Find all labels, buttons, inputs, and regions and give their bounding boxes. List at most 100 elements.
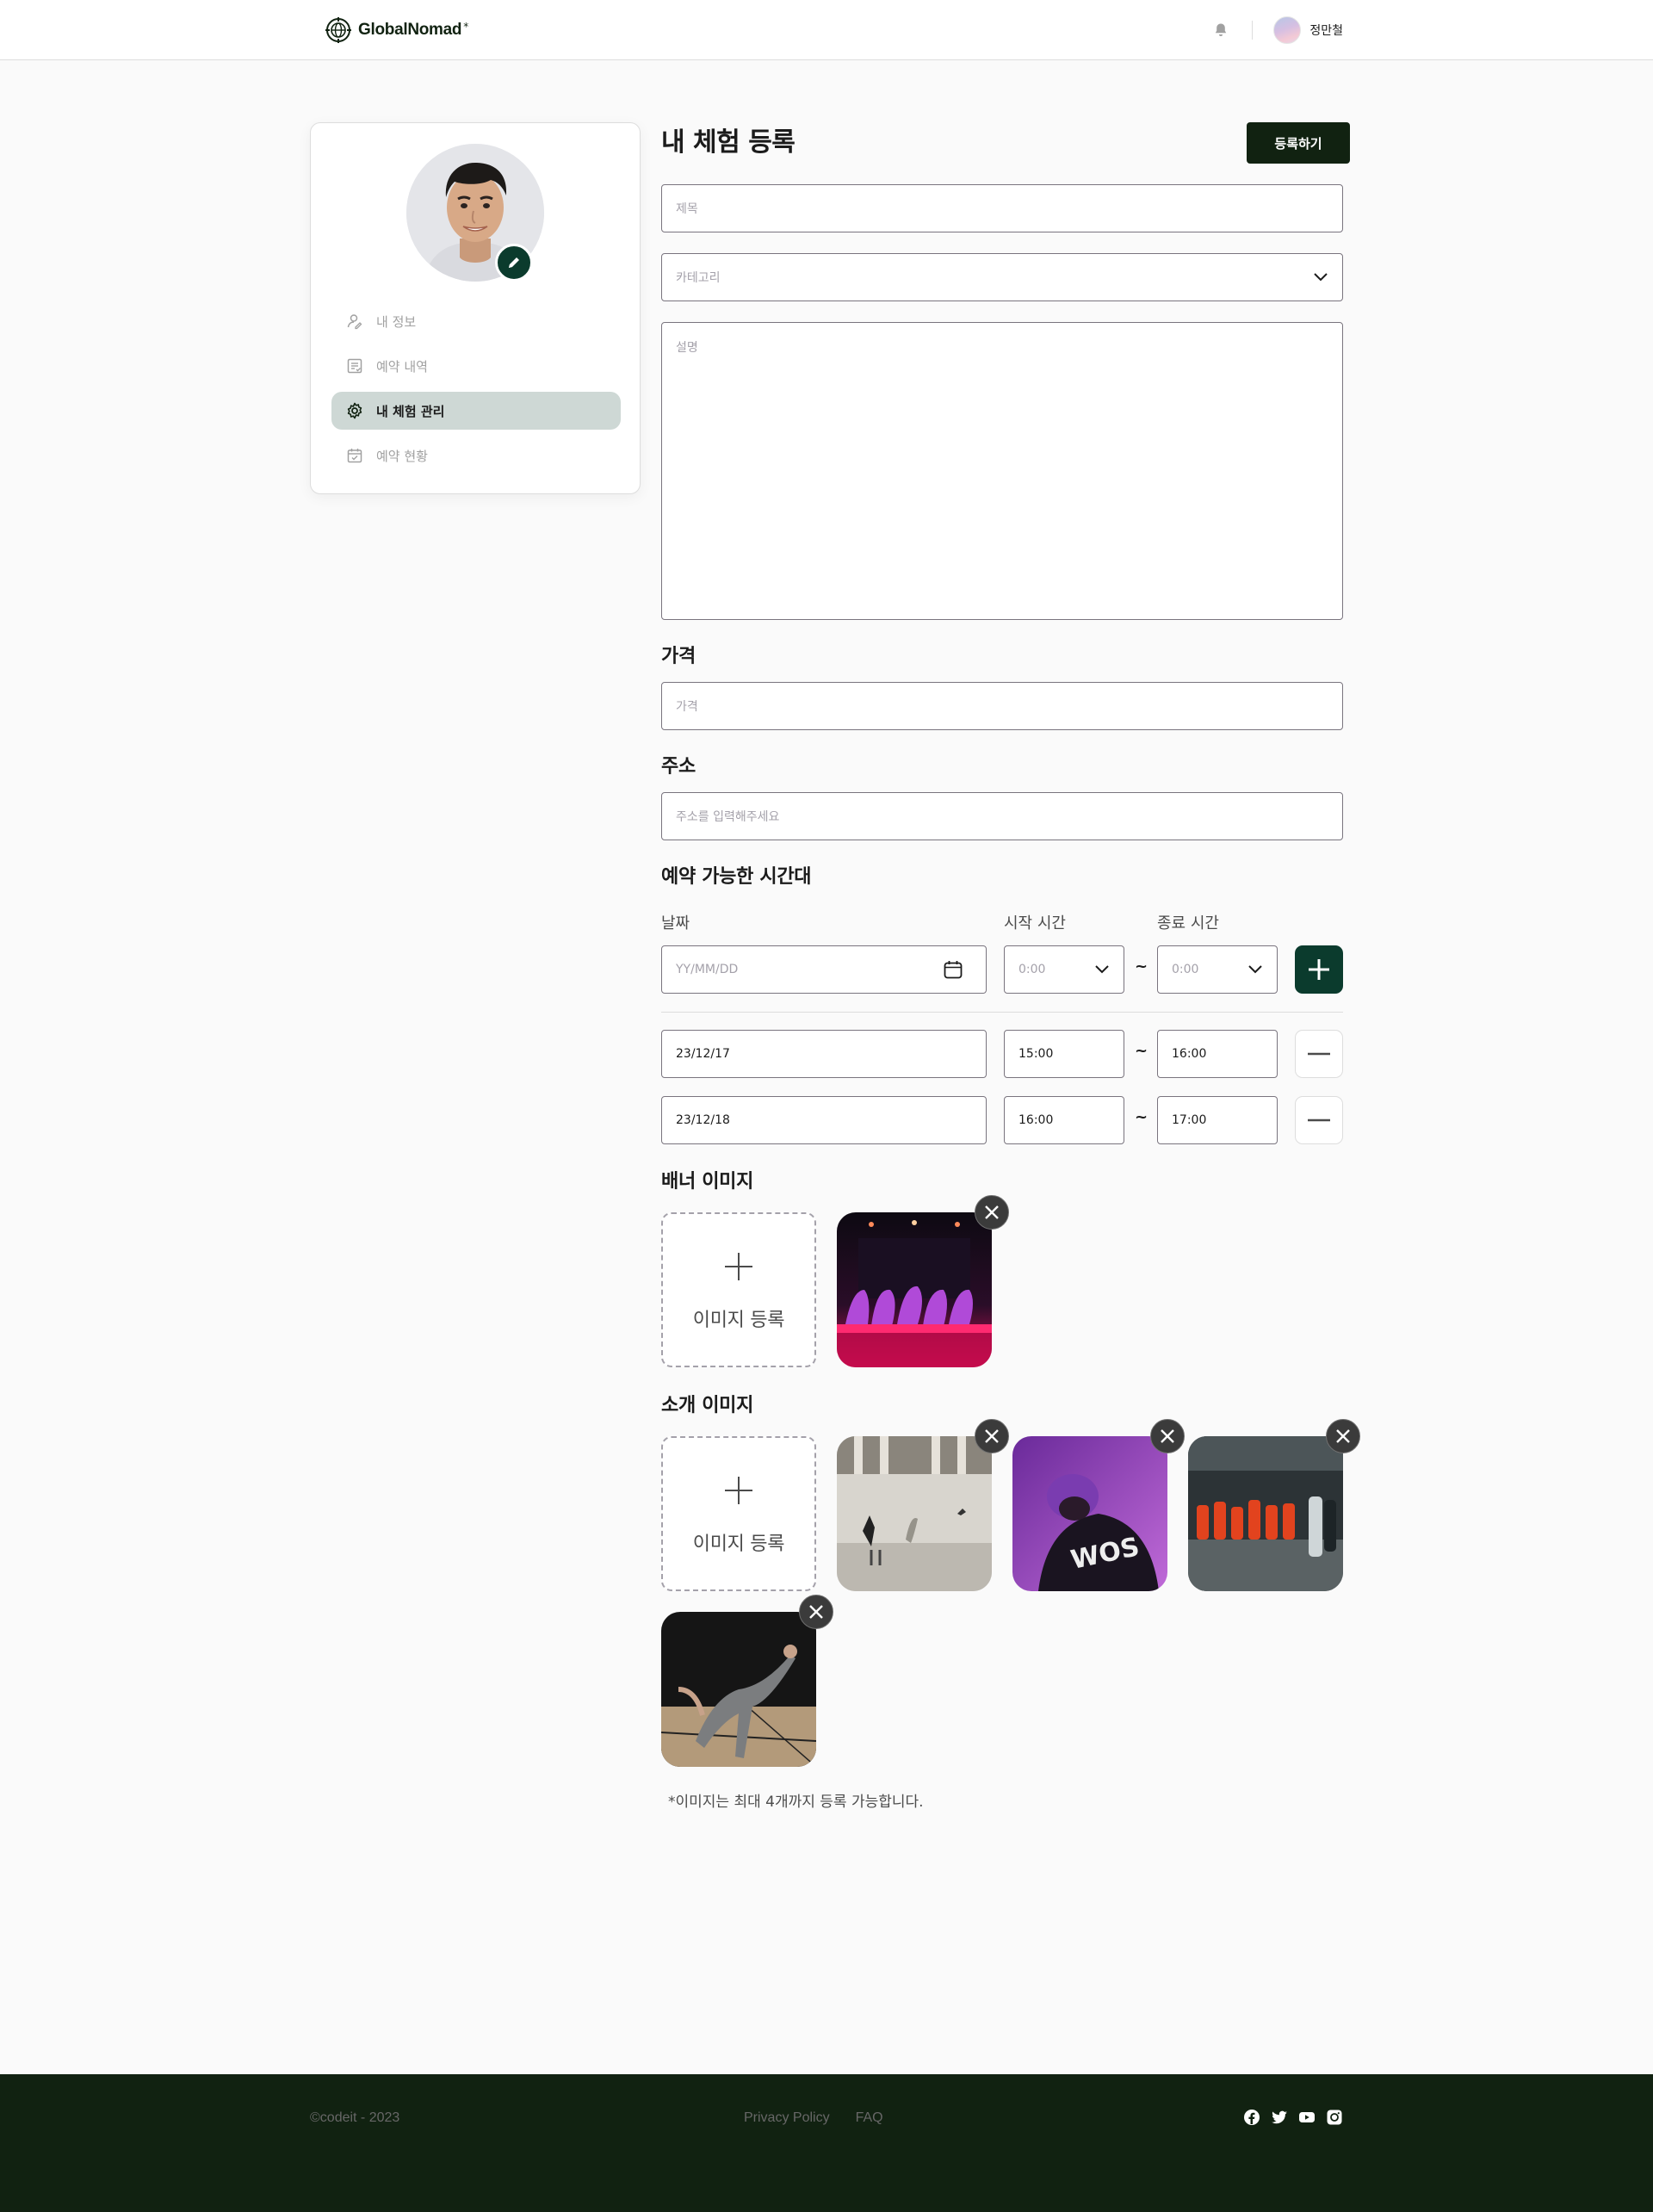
minus-icon — [1308, 1052, 1330, 1056]
schedule-heading: 예약 가능한 시간대 — [661, 866, 812, 888]
address-input[interactable]: 주소를 입력해주세요 — [661, 792, 1343, 840]
plus-icon — [1309, 959, 1329, 980]
banner-upload-button[interactable]: 이미지 등록 — [661, 1212, 816, 1367]
chevron-down-icon — [1248, 965, 1262, 974]
description-placeholder: 설명 — [676, 341, 698, 355]
top-header: GlobalNomad * 정만철 — [0, 0, 1653, 60]
date-input[interactable]: YY/MM/DD — [661, 945, 987, 994]
intro-image-heading: 소개 이미지 — [661, 1395, 754, 1416]
time-separator: ~ — [1135, 1042, 1148, 1060]
faq-link[interactable]: FAQ — [856, 2110, 883, 2126]
delete-image-button[interactable] — [975, 1195, 1009, 1230]
address-heading: 주소 — [661, 756, 696, 778]
schedule-row-date: 23/12/17 — [661, 1030, 987, 1078]
user-icon — [345, 312, 364, 331]
upload-label: 이미지 등록 — [692, 1310, 785, 1331]
close-icon — [1336, 1429, 1350, 1443]
edit-profile-button[interactable] — [495, 244, 533, 282]
close-icon — [1161, 1429, 1174, 1443]
price-heading: 가격 — [661, 646, 696, 667]
title-input[interactable]: 제목 — [661, 184, 1343, 232]
schedule-divider — [661, 1012, 1343, 1013]
close-icon — [809, 1605, 823, 1619]
intro-upload-button[interactable]: 이미지 등록 — [661, 1436, 816, 1591]
side-navigation: 내 정보 예약 내역 내 체험 관리 예약 현황 — [310, 122, 641, 494]
calendar-check-icon — [345, 446, 364, 465]
header-divider — [1252, 21, 1254, 40]
sidebar-item-label: 예약 내역 — [376, 358, 428, 375]
description-textarea[interactable]: 설명 — [661, 322, 1343, 620]
banner-image-thumbnail — [837, 1212, 992, 1367]
close-icon — [985, 1205, 999, 1219]
remove-schedule-button[interactable] — [1295, 1030, 1343, 1078]
facebook-icon[interactable] — [1243, 2109, 1260, 2126]
delete-image-button[interactable] — [799, 1595, 833, 1629]
chevron-down-icon — [1314, 273, 1328, 282]
banner-image-heading: 배너 이미지 — [661, 1171, 754, 1193]
schedule-row-end: 17:00 — [1157, 1096, 1278, 1144]
instagram-icon[interactable] — [1326, 2109, 1343, 2126]
plus-icon — [725, 1253, 752, 1280]
sidebar-item-my-info[interactable]: 내 정보 — [331, 302, 621, 340]
intro-image-thumbnail — [661, 1612, 816, 1767]
schedule-date-value: 23/12/18 — [676, 1113, 730, 1127]
close-icon — [985, 1429, 999, 1443]
category-select[interactable]: 카테고리 — [661, 253, 1343, 301]
bell-icon[interactable] — [1212, 22, 1229, 39]
delete-image-button[interactable] — [975, 1419, 1009, 1453]
start-time-label: 시작 시간 — [1004, 914, 1066, 933]
start-time-select[interactable]: 0:00 — [1004, 945, 1124, 994]
schedule-row-start: 15:00 — [1004, 1030, 1124, 1078]
price-input[interactable]: 가격 — [661, 682, 1343, 730]
schedule-start-value: 16:00 — [1018, 1113, 1054, 1127]
sidebar-item-reservation-status[interactable]: 예약 현황 — [331, 437, 621, 474]
logo-text: GlobalNomad — [358, 21, 462, 39]
sidebar-item-label: 예약 현황 — [376, 448, 428, 464]
schedule-row-start: 16:00 — [1004, 1096, 1124, 1144]
image-limit-note: *이미지는 최대 4개까지 등록 가능합니다. — [668, 1794, 924, 1811]
address-placeholder: 주소를 입력해주세요 — [676, 810, 780, 824]
calendar-icon[interactable] — [943, 959, 963, 980]
footer: ©codeit - 2023 Privacy Policy FAQ — [0, 2074, 1653, 2212]
time-separator: ~ — [1135, 957, 1148, 976]
sidebar-item-label: 내 체험 관리 — [376, 403, 445, 419]
avatar[interactable] — [1273, 16, 1302, 44]
upload-label: 이미지 등록 — [692, 1534, 785, 1555]
time-separator: ~ — [1135, 1108, 1148, 1126]
page-title: 내 체험 등록 — [661, 127, 796, 158]
delete-image-button[interactable] — [1150, 1419, 1185, 1453]
submit-button[interactable]: 등록하기 — [1247, 122, 1350, 164]
title-placeholder: 제목 — [676, 202, 698, 216]
price-placeholder: 가격 — [676, 700, 698, 714]
pencil-icon — [509, 257, 519, 268]
end-time-label: 종료 시간 — [1157, 914, 1219, 933]
end-time-select[interactable]: 0:00 — [1157, 945, 1278, 994]
schedule-end-value: 16:00 — [1172, 1047, 1207, 1061]
schedule-end-value: 17:00 — [1172, 1113, 1207, 1127]
intro-image-thumbnail: WOS — [1012, 1436, 1167, 1591]
sidebar-item-label: 내 정보 — [376, 313, 417, 330]
remove-schedule-button[interactable] — [1295, 1096, 1343, 1144]
youtube-icon[interactable] — [1298, 2109, 1316, 2126]
sidebar-item-reservations[interactable]: 예약 내역 — [331, 347, 621, 385]
schedule-date-value: 23/12/17 — [676, 1047, 730, 1061]
delete-image-button[interactable] — [1326, 1419, 1360, 1453]
end-time-placeholder: 0:00 — [1172, 963, 1199, 976]
schedule-start-value: 15:00 — [1018, 1047, 1054, 1061]
privacy-policy-link[interactable]: Privacy Policy — [744, 2110, 830, 2126]
intro-image-thumbnail — [1188, 1436, 1343, 1591]
logo[interactable]: GlobalNomad * — [325, 17, 468, 43]
sidebar-item-my-activities[interactable]: 내 체험 관리 — [331, 392, 621, 430]
gear-icon — [345, 401, 364, 420]
category-placeholder: 카테고리 — [676, 271, 721, 285]
twitter-icon[interactable] — [1271, 2109, 1288, 2126]
chevron-down-icon — [1095, 965, 1109, 974]
user-name[interactable]: 정만철 — [1309, 22, 1343, 39]
sidebar-menu: 내 정보 예약 내역 내 체험 관리 예약 현황 — [331, 302, 621, 481]
add-schedule-button[interactable] — [1295, 945, 1343, 994]
schedule-row-end: 16:00 — [1157, 1030, 1278, 1078]
date-label: 날짜 — [661, 914, 690, 933]
copyright: ©codeit - 2023 — [310, 2110, 400, 2125]
plus-icon — [725, 1477, 752, 1504]
list-check-icon — [345, 356, 364, 375]
